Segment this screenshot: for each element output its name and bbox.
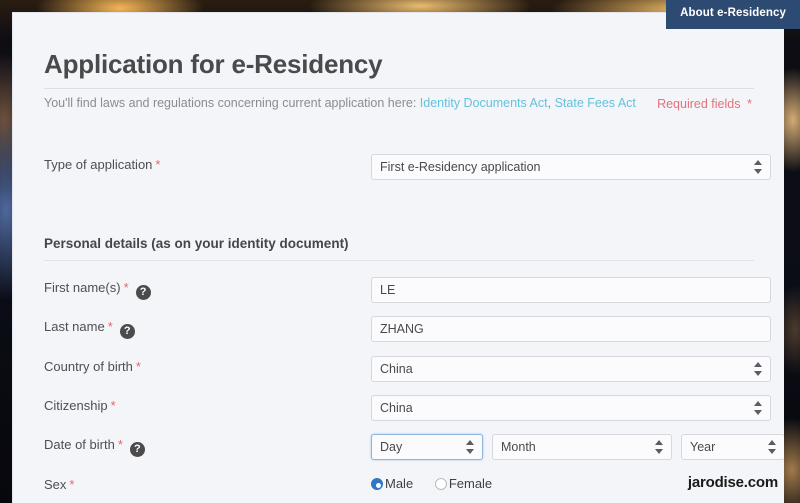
input-last-name-value: ZHANG [380,322,424,336]
label-citizenship-text: Citizenship [44,398,108,413]
label-country-of-birth: Country of birth * [44,359,141,374]
watermark: jarodise.com [687,474,778,491]
row-type-of-application: Type of application * First e-Residency a… [44,154,771,180]
help-question-icon[interactable]: ? [119,324,135,339]
row-country-of-birth: Country of birth * China [44,356,771,382]
label-type-of-application: Type of application * [44,157,160,172]
select-type-of-application[interactable]: First e-Residency application [371,154,771,180]
required-fields-star: * [746,96,752,111]
input-first-name-value: LE [380,283,396,297]
required-fields-note: Required fields * [657,96,752,111]
label-citizenship: Citizenship * [44,398,116,413]
browser-page: Application for e-Residency You'll find … [0,0,800,503]
radio-sex-male-label: Male [385,476,414,491]
application-form-card: Application for e-Residency You'll find … [12,12,784,503]
chevron-updown-icon [754,159,763,175]
label-type-of-application-text: Type of application [44,157,153,172]
legal-links-prefix: You'll find laws and regulations concern… [44,96,417,110]
row-sex: Sex * Male Female [44,474,754,500]
required-star: * [117,437,123,452]
chevron-updown-icon [754,400,763,416]
select-birth-day[interactable]: Day [371,434,483,460]
help-question-icon[interactable]: ? [129,442,145,457]
required-star: * [69,477,75,492]
radio-unselected-icon [434,478,447,490]
row-first-name: First name(s) *? LE [44,277,771,303]
input-last-name[interactable]: ZHANG [371,316,771,342]
select-type-of-application-value: First e-Residency application [380,160,541,174]
radio-sex-male[interactable]: Male [371,476,413,491]
select-country-of-birth-value: China [380,362,413,376]
label-date-of-birth: Date of birth *? [44,437,145,457]
select-birth-month-value: Month [501,440,536,454]
select-country-of-birth[interactable]: China [371,356,771,382]
select-citizenship[interactable]: China [371,395,771,421]
select-birth-month[interactable]: Month [492,434,672,460]
radio-selected-icon [371,478,383,490]
section-heading-personal-details: Personal details (as on your identity do… [44,236,349,251]
input-first-name[interactable]: LE [371,277,771,303]
link-identity-documents-act[interactable]: Identity Documents Act [420,96,548,110]
nav-tab-about-e-residency[interactable]: About e-Residency [666,0,800,29]
required-fields-label: Required fields [657,97,741,111]
label-last-name-text: Last name [44,319,105,334]
radio-sex-female-label: Female [448,476,493,491]
radio-sex-female[interactable]: Female [434,476,493,491]
required-star: * [107,319,113,334]
help-question-icon[interactable]: ? [135,285,151,300]
radio-group-sex: Male Female [371,476,510,491]
select-birth-year-value: Year [690,440,716,454]
chevron-updown-icon [768,439,777,455]
link-separator: , [547,96,552,110]
label-first-name-text: First name(s) [44,280,121,295]
row-date-of-birth: Date of birth *? Day Month Year [44,434,784,460]
link-state-fees-act[interactable]: State Fees Act [555,96,636,110]
required-star: * [155,157,161,172]
select-birth-year[interactable]: Year [681,434,784,460]
required-star: * [123,280,129,295]
select-birth-day-value: Day [380,440,403,454]
row-citizenship: Citizenship * China [44,395,771,421]
legal-links-text: You'll find laws and regulations concern… [44,96,636,110]
label-sex: Sex * [44,477,74,492]
select-citizenship-value: China [380,401,413,415]
chevron-updown-icon [655,439,664,455]
chevron-updown-icon [754,361,763,377]
required-star: * [135,359,141,374]
label-last-name: Last name *? [44,319,135,339]
required-star: * [110,398,116,413]
section-divider [44,260,754,261]
title-divider [44,88,754,89]
row-last-name: Last name *? ZHANG [44,316,771,342]
label-date-of-birth-text: Date of birth [44,437,115,452]
chevron-updown-icon [466,439,475,455]
label-first-name: First name(s) *? [44,280,151,300]
label-sex-text: Sex [44,477,67,492]
page-title: Application for e-Residency [44,49,383,79]
label-country-of-birth-text: Country of birth [44,359,133,374]
